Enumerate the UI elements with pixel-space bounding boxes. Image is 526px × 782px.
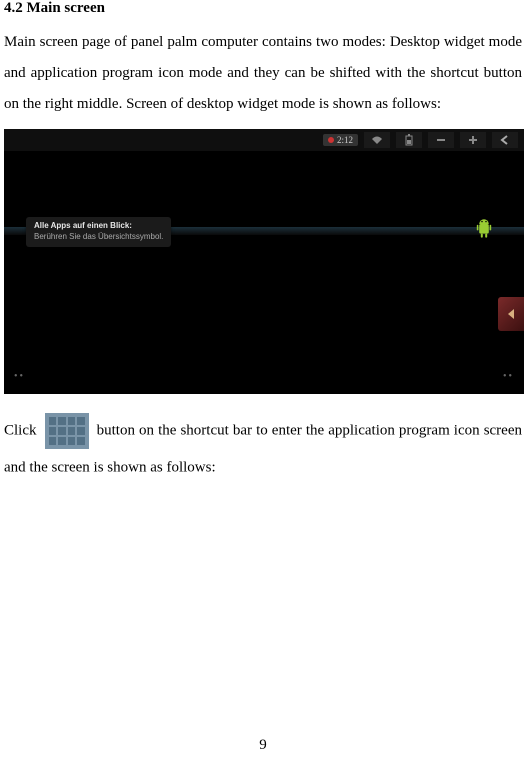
intro-paragraph: Main screen page of panel palm computer … bbox=[4, 27, 522, 119]
android-robot-icon bbox=[476, 217, 492, 239]
mode-switch-tab bbox=[498, 297, 524, 331]
battery-icon bbox=[396, 132, 422, 148]
status-bar: 2:12 bbox=[4, 129, 524, 151]
click-instruction: Click button on the shortcut bar to ente… bbox=[4, 412, 522, 485]
wifi-icon bbox=[364, 132, 390, 148]
hint-bubble: Alle Apps auf einen Blick: Berühren Sie … bbox=[26, 217, 171, 247]
section-heading: 4.2 Main screen bbox=[4, 0, 522, 17]
volume-up-icon bbox=[460, 132, 486, 148]
hint-title: Alle Apps auf einen Blick: bbox=[34, 221, 163, 232]
bottom-right-dots: •• bbox=[503, 367, 514, 384]
page-number: 9 bbox=[4, 737, 522, 754]
back-icon bbox=[492, 132, 518, 148]
record-indicator-icon bbox=[328, 137, 334, 143]
status-time: 2:12 bbox=[337, 135, 353, 145]
status-time-chip: 2:12 bbox=[323, 134, 358, 146]
volume-down-icon bbox=[428, 132, 454, 148]
app-grid-icon bbox=[45, 413, 89, 449]
hint-subtitle: Berühren Sie das Übersichtssymbol. bbox=[34, 232, 163, 243]
bottom-left-dots: •• bbox=[14, 367, 25, 384]
click-text-before: Click bbox=[4, 423, 41, 439]
desktop-widget-mode-screenshot: 2:12 Alle Apps auf einen Blick: Berühren… bbox=[4, 129, 524, 394]
